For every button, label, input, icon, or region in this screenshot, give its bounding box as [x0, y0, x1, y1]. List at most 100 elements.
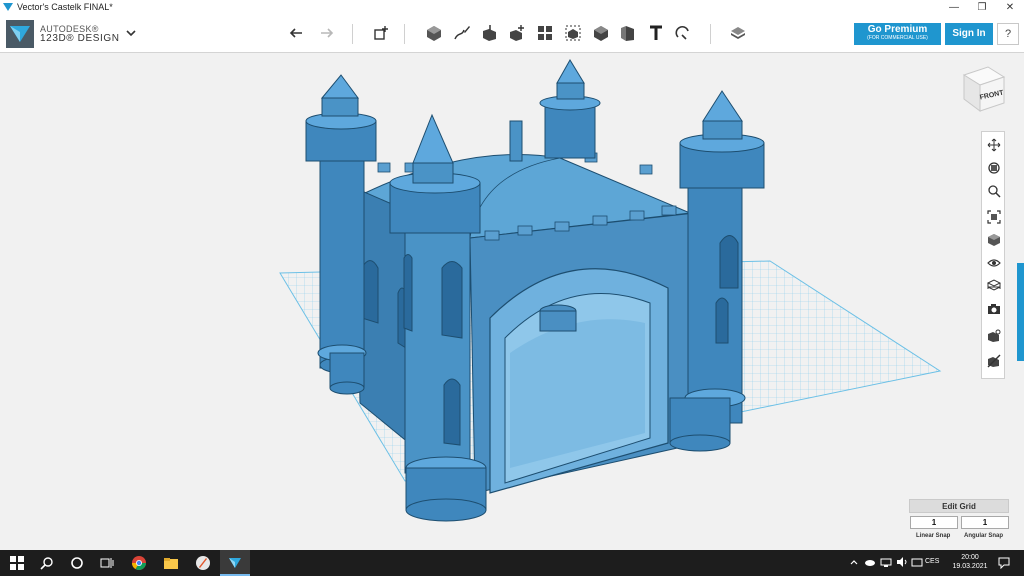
orbit-button[interactable]	[985, 159, 1003, 177]
orbit-icon	[988, 162, 1000, 174]
window-title: Vector's Castelk FINAL*	[17, 2, 113, 12]
help-button[interactable]: ?	[997, 23, 1019, 45]
windows-icon	[10, 556, 24, 570]
volume-icon[interactable]	[896, 556, 908, 568]
minimize-icon[interactable]: —	[940, 0, 968, 14]
chevron-down-icon[interactable]	[124, 26, 138, 40]
measure-icon	[621, 26, 634, 41]
text-icon	[650, 25, 662, 40]
windows-taskbar: CES 20:00 19.03.2021	[0, 550, 1024, 576]
fit-icon	[987, 210, 1001, 224]
clock-time: 20:00	[961, 554, 979, 561]
grid-toggle-button[interactable]	[985, 352, 1003, 370]
material-button[interactable]	[727, 23, 749, 43]
keyboard-icon[interactable]	[911, 556, 923, 568]
undo-icon	[289, 28, 302, 38]
app-logo[interactable]: AUTODESK® 123D® DESIGN	[6, 20, 120, 48]
chevron-up-icon[interactable]	[848, 556, 860, 568]
folder-icon	[164, 558, 178, 569]
view-button[interactable]	[985, 231, 1003, 249]
hide-icon	[988, 329, 1001, 342]
app-icon	[3, 3, 13, 11]
tower-back-right[interactable]	[539, 59, 601, 159]
fit-button[interactable]	[985, 208, 1003, 226]
angular-snap-label: Angular Snap	[964, 533, 1004, 539]
go-premium-button[interactable]: Go Premium (FOR COMMERCIAL USE)	[854, 23, 941, 45]
network-icon[interactable]	[880, 556, 892, 568]
construct-icon	[483, 25, 496, 41]
language-indicator[interactable]: CES	[925, 558, 939, 565]
pan-icon	[987, 138, 1001, 152]
material-display-button[interactable]	[985, 277, 1003, 295]
material-display-icon	[987, 279, 1001, 291]
clock-date: 19.03.2021	[952, 563, 988, 570]
combine-button[interactable]	[590, 23, 612, 43]
notifications-icon[interactable]	[998, 557, 1010, 569]
castle-scene[interactable]	[0, 53, 1024, 550]
measure-button[interactable]	[617, 23, 639, 43]
angular-snap-input[interactable]: 1	[961, 516, 1009, 529]
chrome-taskbar-button[interactable]	[130, 554, 148, 572]
zoom-icon	[988, 185, 1001, 198]
visibility-icon	[987, 259, 1001, 267]
search-button[interactable]	[38, 554, 56, 572]
screenshot-button[interactable]	[985, 300, 1003, 318]
sign-in-button[interactable]: Sign In	[945, 23, 993, 45]
box-button[interactable]	[423, 23, 445, 43]
cloud-icon[interactable]	[864, 556, 876, 568]
material-icon	[731, 27, 745, 39]
linear-snap-input[interactable]: 1	[910, 516, 958, 529]
sketch-icon	[454, 26, 470, 40]
app-icon	[196, 556, 210, 570]
primitives-button[interactable]	[370, 23, 392, 43]
toolbar-divider	[710, 24, 711, 44]
cortana-button[interactable]	[68, 554, 86, 572]
main-toolbar: AUTODESK® 123D® DESIGN Go Premium (FOR C…	[0, 14, 1024, 53]
sketch-button[interactable]	[451, 23, 473, 43]
pattern-icon	[538, 26, 552, 40]
close-icon[interactable]: ✕	[996, 0, 1024, 14]
hide-button[interactable]	[985, 327, 1003, 345]
logo-icon	[6, 20, 34, 48]
cortana-icon	[71, 557, 83, 569]
search-icon	[40, 557, 53, 570]
primitives-icon	[374, 26, 388, 40]
redo-icon	[321, 28, 334, 38]
toolbar-divider	[352, 24, 353, 44]
combine-icon	[594, 26, 608, 41]
system-clock[interactable]: 20:00 19.03.2021	[950, 553, 990, 571]
task-view-button[interactable]	[98, 554, 116, 572]
chrome-icon	[132, 556, 146, 570]
123d-design-icon	[229, 558, 241, 568]
premium-sublabel: (FOR COMMERCIAL USE)	[867, 35, 928, 41]
visibility-button[interactable]	[985, 254, 1003, 272]
pattern-button[interactable]	[534, 23, 556, 43]
linear-snap-label: Linear Snap	[916, 533, 951, 539]
modify-button[interactable]	[506, 23, 528, 43]
file-explorer-button[interactable]	[162, 554, 180, 572]
construct-button[interactable]	[479, 23, 501, 43]
viewcube[interactable]: FRONT	[958, 63, 1010, 115]
start-button[interactable]	[8, 554, 26, 572]
group-button[interactable]	[562, 23, 584, 43]
navigation-bar	[981, 131, 1005, 379]
group-icon	[565, 25, 581, 41]
nav-collapse-tab[interactable]	[1017, 263, 1024, 361]
task-view-icon	[100, 558, 114, 568]
maximize-icon[interactable]: ❐	[968, 0, 996, 14]
snap-button[interactable]	[672, 23, 694, 43]
app-taskbar-button[interactable]	[194, 554, 212, 572]
pan-button[interactable]	[985, 136, 1003, 154]
edit-grid-button[interactable]: Edit Grid	[909, 499, 1009, 513]
product-label: 123D® DESIGN	[40, 33, 120, 44]
undo-button[interactable]	[287, 23, 309, 43]
redo-button[interactable]	[314, 23, 336, 43]
snap-icon	[675, 25, 689, 40]
text-button[interactable]	[645, 23, 667, 43]
123d-design-taskbar-button[interactable]	[226, 554, 244, 572]
modify-icon	[510, 25, 524, 41]
zoom-button[interactable]	[985, 182, 1003, 200]
view-icon	[988, 234, 1000, 246]
premium-label: Go Premium	[867, 24, 928, 35]
3d-viewport[interactable]: FRONT Edit Grid 1 1 Linear Snap Angular …	[0, 53, 1024, 550]
